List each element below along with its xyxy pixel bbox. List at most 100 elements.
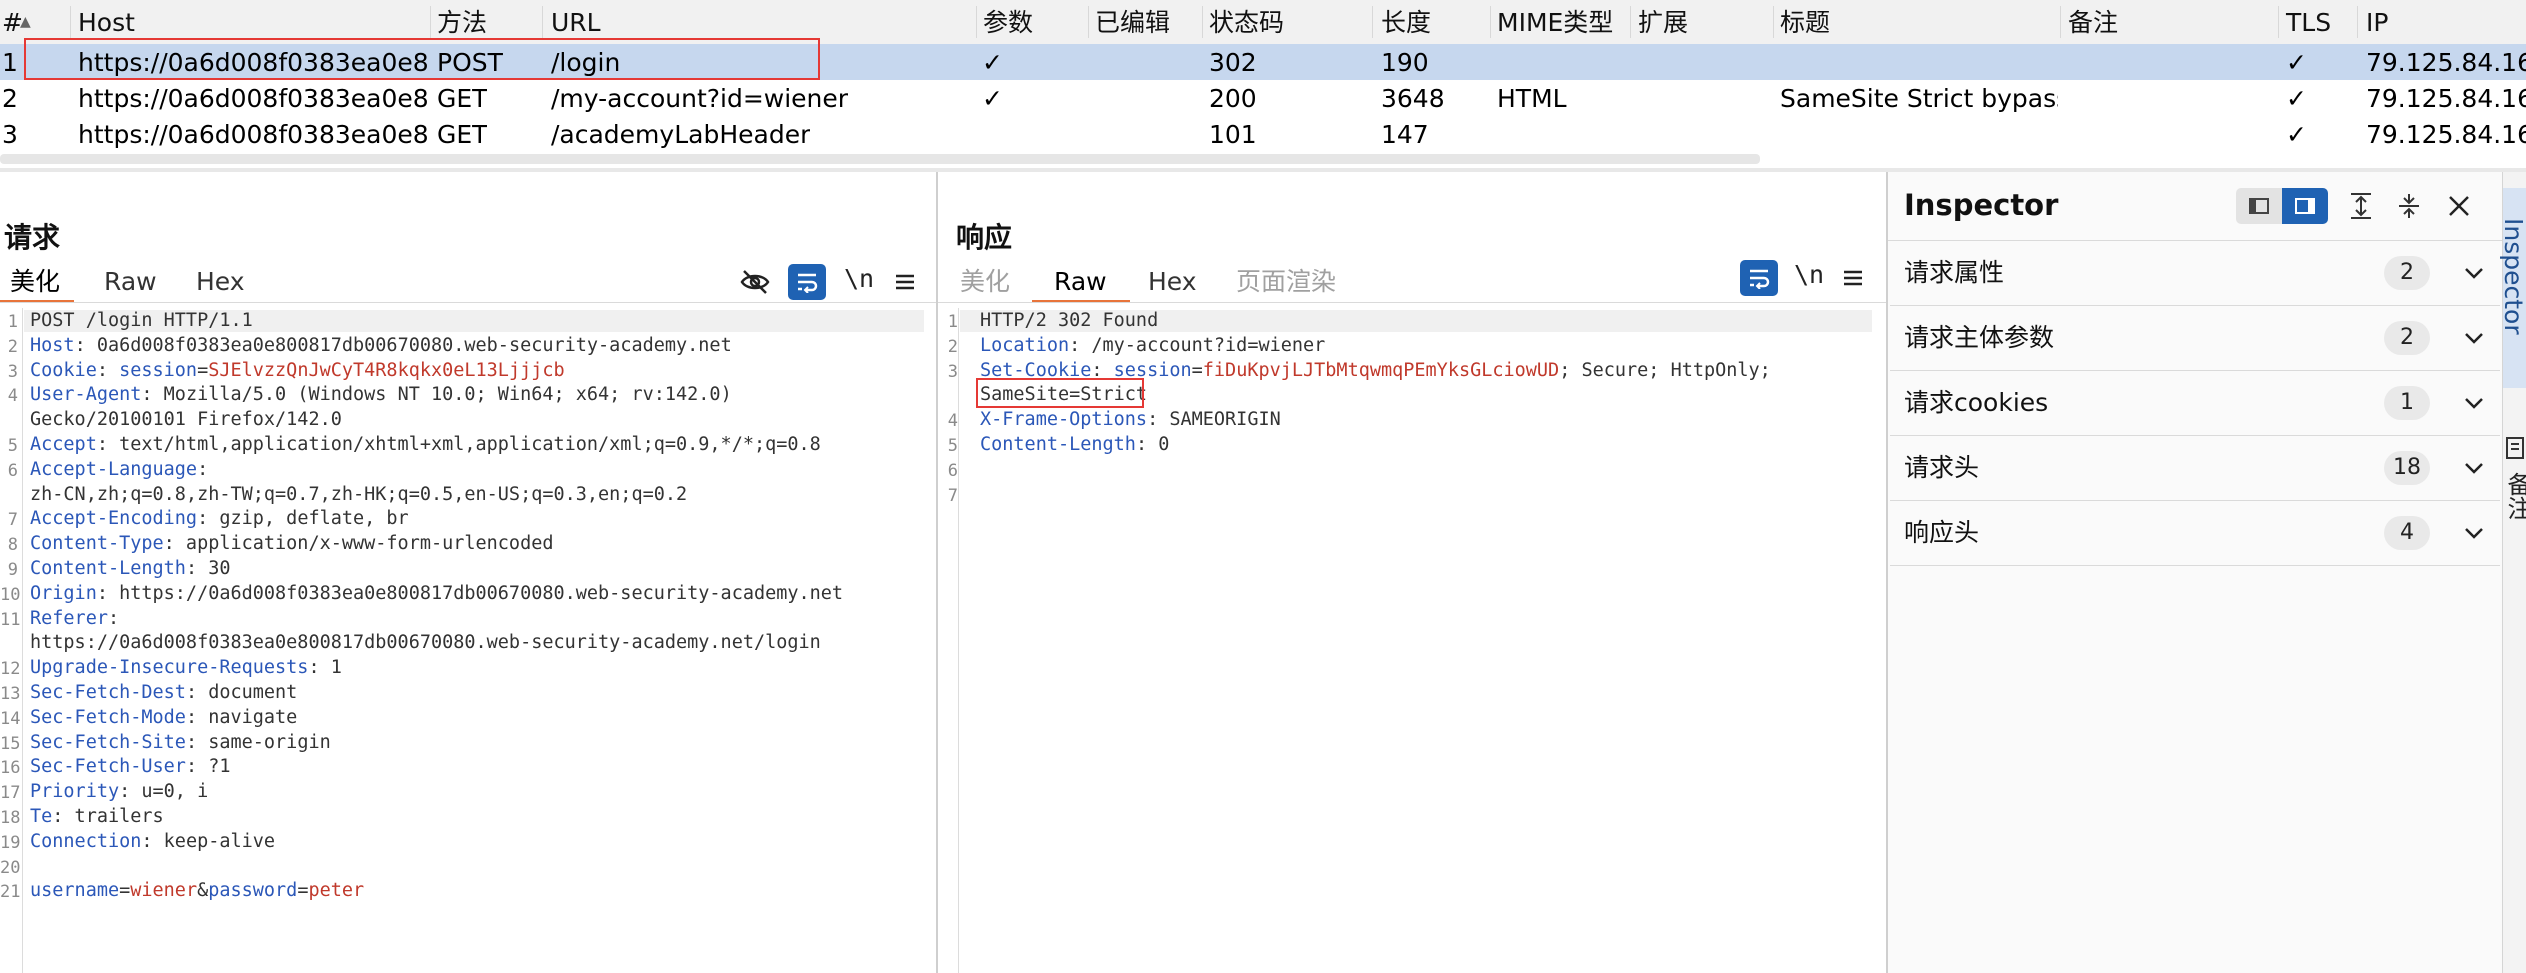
request-editor[interactable]: 1 POST /login HTTP/1.1 2 Host: 0a6d008f0383…: [0, 310, 936, 970]
col-header-title[interactable]: 标题: [1780, 0, 1830, 44]
tab-hex[interactable]: Hex: [196, 262, 245, 302]
row-number: 3: [2, 120, 18, 149]
chevron-down-icon[interactable]: [2462, 391, 2486, 415]
row-status: 302: [1209, 48, 1257, 77]
row-ip: 79.125.84.16: [2366, 84, 2526, 113]
code-line: POST /login HTTP/1.1: [30, 310, 253, 331]
hide-eye-icon[interactable]: [736, 264, 774, 300]
line-number: 21: [0, 882, 21, 903]
line-number: 8: [7, 535, 18, 556]
inspector-section-response-headers[interactable]: 响应头 4: [1890, 501, 2500, 566]
code-line: Host: 0a6d008f0383ea0e800817db00670080.w…: [30, 334, 732, 356]
side-tab-strip: Inspector 备注: [2499, 172, 2526, 973]
inspector-section-request-attributes[interactable]: 请求属性 2: [1890, 241, 2500, 306]
section-count-badge: 1: [2384, 386, 2430, 420]
code-line: Referer:: [30, 607, 120, 629]
col-header-mime[interactable]: MIME类型: [1497, 0, 1613, 44]
row-length: 147: [1381, 120, 1429, 149]
code-line: Sec-Fetch-Dest: document: [30, 682, 298, 703]
side-tab-notes[interactable]: 备注: [2503, 432, 2526, 592]
chevron-down-icon[interactable]: [2462, 456, 2486, 480]
code-line: Accept: text/html,application/xhtml+xml,…: [30, 434, 821, 455]
row-params-check: ✓: [982, 48, 1003, 77]
notes-icon: [2506, 437, 2524, 459]
row-tls-check: ✓: [2286, 84, 2307, 113]
col-header-edited[interactable]: 已编辑: [1095, 0, 1170, 44]
code-line: Sec-Fetch-User: ?1: [30, 756, 231, 778]
col-header-ip[interactable]: IP: [2366, 0, 2388, 44]
inspector-section-cookies[interactable]: 请求cookies 1: [1890, 371, 2500, 436]
code-line: Upgrade-Insecure-Requests: 1: [30, 657, 342, 679]
tab-pretty[interactable]: 美化: [960, 262, 1010, 302]
code-line: https://0a6d008f0383ea0e800817db00670080…: [30, 632, 821, 654]
code-line: zh-CN,zh;q=0.8,zh-TW;q=0.7,zh-HK;q=0.5,e…: [30, 483, 688, 505]
line-number: 4: [7, 386, 18, 407]
line-number: 1: [7, 312, 18, 332]
tab-pretty[interactable]: 美化: [10, 262, 60, 302]
section-label: 请求主体参数: [1904, 323, 2055, 352]
row-tls-check: ✓: [2286, 120, 2307, 149]
row-number: 1: [2, 48, 18, 77]
code-line: Sec-Fetch-Mode: navigate: [30, 706, 298, 728]
section-label: 请求属性: [1904, 258, 2005, 287]
line-number: 15: [0, 733, 21, 754]
inspector-layout-left-icon[interactable]: [2236, 188, 2282, 224]
tab-hex[interactable]: Hex: [1148, 262, 1197, 302]
line-number: 9: [7, 560, 18, 580]
line-number: 6: [7, 460, 18, 481]
collapse-all-icon[interactable]: [2390, 188, 2428, 224]
col-header-extension[interactable]: 扩展: [1638, 0, 1688, 44]
col-header-length[interactable]: 长度: [1381, 0, 1431, 44]
table-row[interactable]: 3 https://0a6d008f0383ea0e80... GET /aca…: [0, 116, 2526, 152]
code-line: User-Agent: Mozilla/5.0 (Windows NT 10.0…: [30, 384, 732, 406]
chevron-down-icon[interactable]: [2462, 521, 2486, 545]
tab-raw[interactable]: Raw: [1054, 262, 1107, 302]
line-number: 13: [0, 684, 21, 704]
side-tab-inspector[interactable]: Inspector: [2499, 188, 2526, 388]
menu-icon[interactable]: [886, 264, 924, 300]
col-header-note[interactable]: 备注: [2068, 0, 2118, 44]
section-count-badge: 2: [2384, 321, 2430, 355]
expand-all-icon[interactable]: [2342, 188, 2380, 224]
chevron-down-icon[interactable]: [2462, 261, 2486, 285]
code-line: Accept-Language:: [30, 458, 209, 480]
line-number: 2: [947, 336, 958, 357]
line-number: 3: [947, 361, 958, 382]
horizontal-scrollbar[interactable]: [0, 154, 1760, 164]
wrap-lines-icon[interactable]: [788, 264, 826, 300]
line-number: 17: [0, 783, 21, 804]
row-host: https://0a6d008f0383ea0e80...: [78, 120, 428, 149]
row-status: 200: [1209, 84, 1257, 113]
inspector-section-body-params[interactable]: 请求主体参数 2: [1890, 306, 2500, 371]
col-header-status[interactable]: 状态码: [1209, 0, 1284, 44]
line-number: 5: [7, 436, 18, 456]
col-header-tls[interactable]: TLS: [2286, 0, 2331, 44]
row-url: /academyLabHeader: [551, 120, 811, 149]
wrap-lines-icon[interactable]: [1740, 260, 1778, 296]
line-number: 12: [0, 659, 21, 680]
line-number: 11: [0, 609, 21, 630]
sort-arrow-icon[interactable]: ▲: [20, 14, 31, 30]
inspector-layout-right-icon[interactable]: [2282, 188, 2328, 224]
code-line: Gecko/20100101 Firefox/142.0: [30, 409, 342, 431]
chevron-down-icon[interactable]: [2462, 326, 2486, 350]
section-count-badge: 4: [2384, 516, 2430, 550]
response-editor[interactable]: 1 HTTP/2 302 Found 2 Location: /my-account?…: [938, 310, 1886, 610]
side-tab-label: 备注: [2503, 472, 2526, 520]
show-newlines-toggle[interactable]: \n: [1794, 260, 1824, 289]
close-icon[interactable]: [2440, 188, 2478, 224]
tab-raw[interactable]: Raw: [104, 262, 157, 302]
row-method: GET: [437, 84, 488, 113]
side-tab-label: Inspector: [2499, 218, 2526, 335]
menu-icon[interactable]: [1834, 260, 1872, 296]
code-line: username=wiener&password=peter: [30, 880, 365, 902]
row-tls-check: ✓: [2286, 48, 2307, 77]
col-header-params[interactable]: 参数: [983, 0, 1033, 44]
line-number: 5: [947, 436, 958, 456]
table-row[interactable]: 2 https://0a6d008f0383ea0e80... GET /my-…: [0, 80, 2526, 116]
show-newlines-toggle[interactable]: \n: [844, 264, 874, 293]
request-title: 请求: [4, 221, 61, 254]
section-label: 请求头: [1904, 453, 1980, 482]
inspector-section-request-headers[interactable]: 请求头 18: [1890, 436, 2500, 501]
tab-render[interactable]: 页面渲染: [1236, 262, 1336, 302]
